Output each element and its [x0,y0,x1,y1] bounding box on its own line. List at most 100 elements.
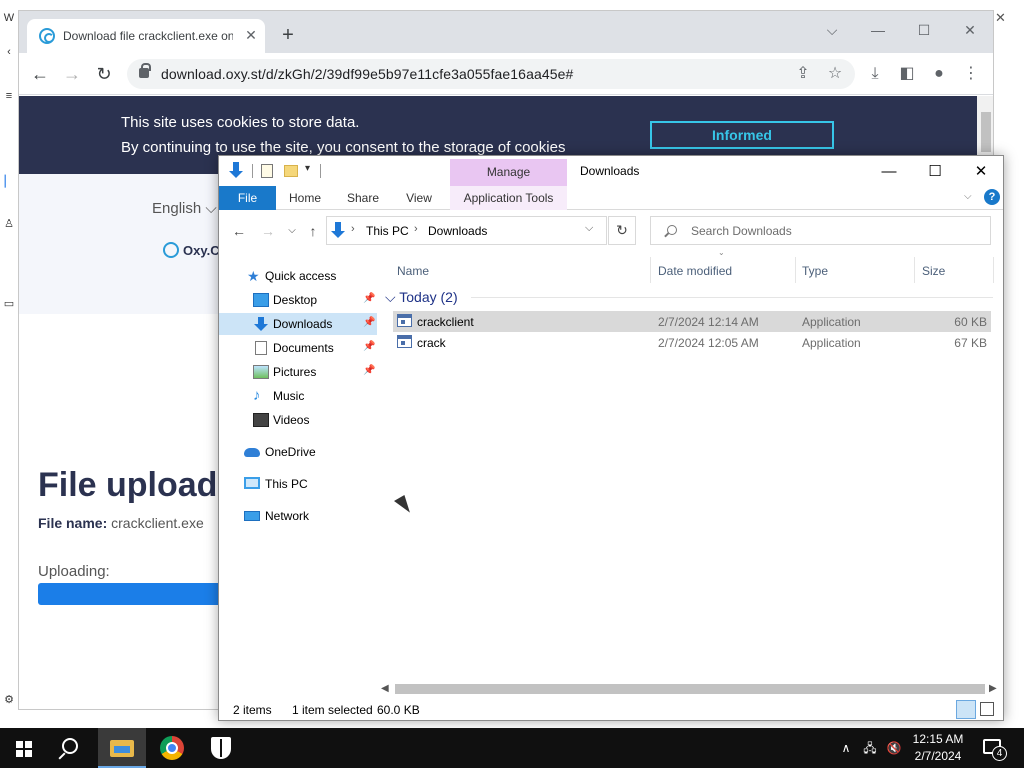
up-icon[interactable]: ↑ [303,221,323,241]
nav-item-music[interactable]: ♪ Music [219,385,377,407]
details-view-icon[interactable] [956,700,976,719]
nav-item-label: OneDrive [265,445,316,459]
volume-muted-icon[interactable]: 🔇 [884,728,904,768]
chrome-close-button[interactable]: ✕ [955,17,985,43]
nav-item-desktop[interactable]: Desktop 📌 [219,289,377,311]
start-button[interactable] [0,728,48,768]
tab-home[interactable]: Home [279,186,331,210]
recent-locations-icon[interactable]: ⌵ [282,221,302,241]
column-divider[interactable] [914,257,915,283]
search-button[interactable] [48,728,96,768]
lock-icon[interactable] [139,63,151,78]
nav-item-downloads[interactable]: Downloads 📌 [219,313,377,335]
column-header-name[interactable]: Name [397,264,429,278]
network-icon[interactable]: 🖧 [860,728,880,768]
file-date: 2/7/2024 12:14 AM [658,315,759,329]
back-icon[interactable]: ← [229,221,249,241]
search-input[interactable]: Search Downloads [650,216,991,245]
new-folder-icon[interactable] [284,165,298,177]
tab-share[interactable]: Share [337,186,389,210]
breadcrumb-separator[interactable]: › [351,223,355,235]
back-icon[interactable]: ← [28,62,52,86]
explorer-maximize-button[interactable]: ☐ [915,159,955,185]
nav-item-this-pc[interactable]: This PC [219,473,377,495]
nav-item-label: Videos [273,413,310,427]
downloads-quick-icon[interactable] [229,162,243,180]
pin-icon: 📌 [363,317,376,328]
qat-dropdown-icon[interactable]: ▾ [305,163,310,174]
language-select[interactable]: English ⌵ [152,200,217,217]
forward-icon[interactable]: → [60,62,84,86]
clock-time[interactable]: 12:15 AM [906,732,970,746]
group-header[interactable]: ⌵ Today (2) [385,289,458,306]
reload-icon[interactable]: ↻ [92,62,116,86]
breadcrumb-downloads[interactable]: Downloads [428,224,487,238]
breadcrumb-this-pc[interactable]: This PC [366,224,409,238]
column-header-type[interactable]: Type [802,264,828,278]
close-icon[interactable]: ✕ [995,10,1006,26]
search-icon [62,738,78,754]
file-row-crackclient[interactable]: crackclient 2/7/2024 12:14 AM Applicatio… [393,311,991,332]
help-icon[interactable]: ? [984,189,1000,205]
url-text[interactable]: download.oxy.st/d/zkGh/2/39df99e5b97e11c… [161,66,573,82]
ribbon-expand-icon[interactable]: ⌵ [964,191,972,202]
nav-item-onedrive[interactable]: OneDrive [219,441,377,463]
chrome-maximize-button[interactable]: ☐ [909,17,939,43]
security-shield-icon [211,737,231,759]
address-bar[interactable]: › This PC › Downloads ⌵ [326,216,607,245]
nav-item-label: Network [265,509,310,523]
scroll-left-icon[interactable]: ◀ [381,681,389,697]
column-divider[interactable] [993,257,994,283]
nav-item-quick-access[interactable]: ★ Quick access [219,265,377,287]
refresh-icon[interactable]: ↻ [608,216,636,245]
security-taskbar-button[interactable] [197,728,245,768]
desktop-icon-fragment: ≡ [5,90,13,102]
large-icons-view-icon[interactable] [980,702,994,716]
column-header-date[interactable]: Date modified [658,264,732,278]
tab-application-tools[interactable]: Application Tools [450,186,567,210]
tab-view[interactable]: View [393,186,445,210]
tab-file[interactable]: File [219,186,276,210]
scrollbar-thumb[interactable] [395,684,985,694]
star-icon[interactable]: ☆ [824,63,846,85]
chrome-taskbar-button[interactable] [148,728,196,768]
tab-close-icon[interactable]: ✕ [243,27,259,43]
nav-item-network[interactable]: Network [219,505,377,527]
nav-item-documents[interactable]: Documents 📌 [219,337,377,359]
explorer-minimize-button[interactable]: — [869,159,909,185]
network-icon [244,511,260,521]
address-bar[interactable]: download.oxy.st/d/zkGh/2/39df99e5b97e11c… [127,59,855,89]
manage-context-tab[interactable]: Manage [450,159,567,186]
informed-button[interactable]: Informed [650,121,834,149]
nav-item-videos[interactable]: Videos [219,409,377,431]
download-icon[interactable]: ⤓ [864,63,886,85]
chrome-tab[interactable]: Download file crackclient.exe on ✕ [27,19,265,53]
scrollbar-thumb[interactable] [981,112,991,152]
clock-date[interactable]: 2/7/2024 [906,749,970,763]
column-divider[interactable] [650,257,651,283]
file-row-crack[interactable]: crack 2/7/2024 12:05 AM Application 67 K… [393,332,991,353]
share-icon[interactable]: ⇪ [792,63,814,85]
oxy-logo[interactable]: Oxy.Cl [163,242,223,258]
file-size: 60 KB [954,315,987,329]
column-header-size[interactable]: Size [922,264,945,278]
breadcrumb-separator[interactable]: › [414,223,418,235]
tray-expand-icon[interactable]: ∧ [838,728,854,768]
column-divider[interactable] [795,257,796,283]
file-explorer-taskbar-button[interactable] [98,728,146,768]
menu-icon[interactable]: ⋮ [960,63,982,85]
address-dropdown-icon[interactable]: ⌵ [585,222,593,235]
scroll-right-icon[interactable]: ▶ [989,681,997,697]
chrome-minimize-button[interactable]: — [863,17,893,43]
side-panel-icon[interactable]: ◧ [896,63,918,85]
nav-item-pictures[interactable]: Pictures 📌 [219,361,377,383]
forward-icon[interactable]: → [258,221,278,241]
desktop-left-edge: W ‹ ≡ ▏ ♙ ▭ ⚙ [0,0,18,728]
horizontal-scrollbar[interactable]: ◀ ▶ [379,681,1001,697]
properties-icon[interactable] [261,164,273,178]
tab-search-button[interactable]: ⌵ [817,17,847,43]
profile-icon[interactable]: ● [928,63,950,85]
new-tab-button[interactable]: + [277,25,299,47]
explorer-close-button[interactable]: ✕ [961,159,1001,185]
scroll-track[interactable] [395,684,985,694]
